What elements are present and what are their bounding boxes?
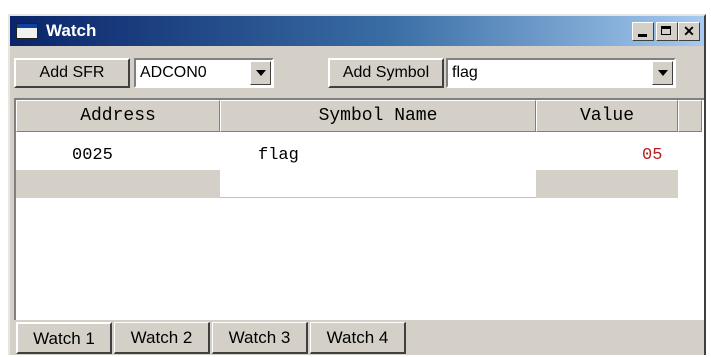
- add-symbol-button[interactable]: Add Symbol: [328, 58, 444, 88]
- column-header-symbol-name[interactable]: Symbol Name: [220, 100, 536, 132]
- sfr-dropdown-arrow-icon[interactable]: [250, 61, 271, 85]
- toolbar: Add SFR ADCON0 Add Symbol flag: [10, 52, 704, 94]
- tab-watch-1[interactable]: Watch 1: [16, 322, 112, 354]
- tab-watch-3[interactable]: Watch 3: [212, 322, 308, 354]
- window-icon: [16, 23, 38, 39]
- tab-watch-4[interactable]: Watch 4: [310, 322, 406, 354]
- row-value: 05: [642, 146, 663, 165]
- symbol-dropdown-arrow-icon[interactable]: [652, 61, 673, 85]
- symbol-select-value: flag: [452, 64, 478, 81]
- close-button[interactable]: ✕: [678, 22, 700, 41]
- window-title: Watch: [46, 21, 97, 40]
- empty-address-cell[interactable]: [16, 170, 220, 198]
- maximize-button[interactable]: [656, 22, 678, 41]
- sfr-select-value: ADCON0: [140, 64, 207, 81]
- add-sfr-button[interactable]: Add SFR: [14, 58, 130, 88]
- column-header-value[interactable]: Value: [536, 100, 678, 132]
- column-header-address[interactable]: Address: [16, 100, 220, 132]
- symbol-select[interactable]: flag: [446, 58, 676, 88]
- minimize-button[interactable]: [632, 22, 654, 41]
- watch-table: Address Symbol Name Value 0025 flag 05: [14, 98, 704, 320]
- tab-watch-2[interactable]: Watch 2: [114, 322, 210, 354]
- empty-value-cell[interactable]: [536, 170, 678, 198]
- sfr-select[interactable]: ADCON0: [134, 58, 274, 88]
- row-address: 0025: [72, 146, 113, 165]
- empty-symbol-cell[interactable]: [220, 170, 536, 198]
- column-header-spacer: [678, 100, 702, 132]
- title-bar[interactable]: Watch ✕: [10, 16, 704, 46]
- watch-window: Watch ✕ Add SFR ADCON0 Add Symbol flag A…: [8, 14, 706, 355]
- row-symbol: flag: [258, 146, 299, 165]
